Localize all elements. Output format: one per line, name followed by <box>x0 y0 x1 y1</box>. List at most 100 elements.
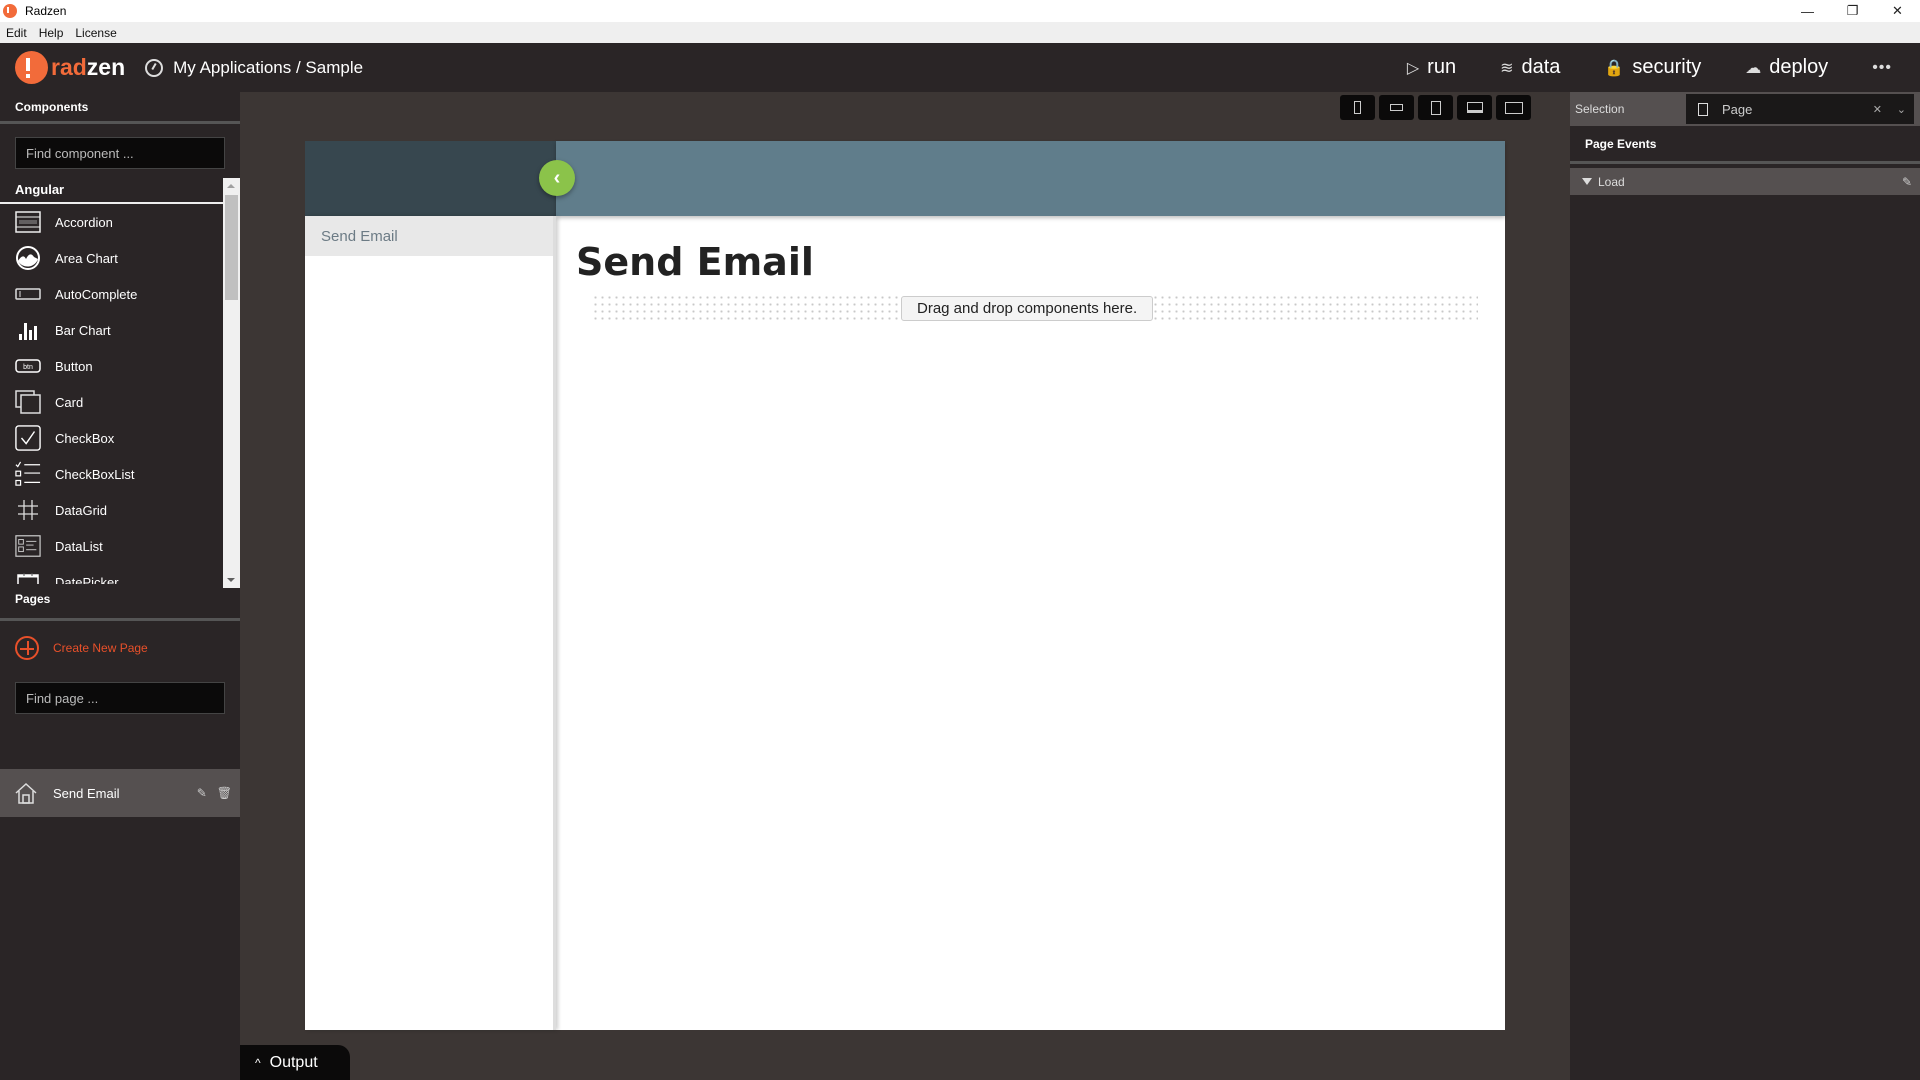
scroll-up-icon[interactable] <box>227 184 235 188</box>
bar-chart-icon <box>15 319 41 341</box>
page-list-item[interactable]: Send Email ✎ 🗑 <box>0 769 240 817</box>
angular-section-heading: Angular <box>0 182 225 204</box>
canvas-menu-item[interactable]: Send Email <box>305 216 553 256</box>
component-item[interactable]: DataGrid <box>0 492 222 528</box>
layers-icon: ≋ <box>1500 59 1514 77</box>
button-icon: btn <box>15 355 41 377</box>
scrollbar-thumb[interactable] <box>225 195 238 300</box>
device-phone-portrait-button[interactable] <box>1340 95 1375 120</box>
window-controls: — ❐ ✕ <box>1785 0 1920 22</box>
component-label: Button <box>55 358 93 374</box>
component-label: AutoComplete <box>55 286 138 302</box>
find-page-field[interactable] <box>15 682 225 714</box>
chevron-up-icon: ^ <box>255 1055 261 1070</box>
nav-run-label: run <box>1427 56 1457 78</box>
edit-icon[interactable]: ✎ <box>197 786 207 800</box>
device-phone-landscape-button[interactable] <box>1379 95 1414 120</box>
device-tablet-button[interactable] <box>1418 95 1453 120</box>
design-canvas[interactable]: ‹ Send Email Send Email Drag and drop co… <box>305 141 1505 1030</box>
canvas-main[interactable]: Send Email Drag and drop components here… <box>559 216 1505 1030</box>
autocomplete-icon <box>15 283 41 305</box>
radzen-app-icon <box>3 4 17 18</box>
nav-run[interactable]: ▷ run <box>1407 56 1456 79</box>
selection-label: Selection <box>1575 102 1625 116</box>
window-titlebar: Radzen — ❐ ✕ <box>0 0 1920 22</box>
canvas-header[interactable] <box>556 141 1505 216</box>
minimize-button[interactable]: — <box>1785 0 1830 22</box>
sidebar-toggle-button[interactable]: ‹ <box>539 160 575 196</box>
datalist-icon <box>15 535 41 557</box>
component-item[interactable]: CheckBox <box>0 420 222 456</box>
component-label: Accordion <box>55 214 113 230</box>
page-heading[interactable]: Send Email <box>576 240 814 284</box>
scroll-down-icon[interactable] <box>227 578 235 582</box>
component-label: Area Chart <box>55 250 118 266</box>
nav-security-label: security <box>1632 56 1702 78</box>
accordion-icon <box>15 211 41 233</box>
selection-dropdown[interactable]: Page ✕ ⌄ <box>1686 94 1914 124</box>
component-item[interactable]: DatePicker <box>0 564 222 584</box>
component-item[interactable]: CheckBoxList <box>0 456 222 492</box>
document-icon <box>1698 102 1708 116</box>
chevron-down-icon[interactable]: ⌄ <box>1897 103 1906 116</box>
logo-zen: zen <box>86 54 126 80</box>
right-panel: Selection Page ✕ ⌄ Page Events Load ✎ <box>1570 92 1920 1080</box>
output-panel-toggle[interactable]: ^ Output <box>240 1045 350 1080</box>
component-label: Card <box>55 394 84 410</box>
component-label: CheckBoxList <box>55 466 135 482</box>
page-actions: ✎ 🗑 <box>197 786 232 800</box>
component-label: CheckBox <box>55 430 115 446</box>
home-icon <box>15 782 37 804</box>
radzen-logo-icon <box>15 51 48 84</box>
top-nav: ▷ run ≋ data 🔒 security ☁ deploy ••• <box>1407 43 1920 92</box>
checkbox-icon <box>15 425 41 451</box>
caret-down-icon <box>1582 178 1592 185</box>
create-new-page-label: Create New Page <box>53 641 148 655</box>
component-item[interactable]: Area Chart <box>0 240 222 276</box>
nav-data-label: data <box>1521 56 1561 78</box>
component-item[interactable]: Accordion <box>0 204 222 240</box>
find-component-field[interactable] <box>15 137 225 169</box>
component-item[interactable]: AutoComplete <box>0 276 222 312</box>
component-item[interactable]: Card <box>0 384 222 420</box>
dashboard-gauge-icon <box>145 58 164 77</box>
device-desktop-button[interactable] <box>1496 95 1531 120</box>
menu-edit[interactable]: Edit <box>6 26 27 40</box>
trash-icon[interactable]: 🗑 <box>217 786 232 800</box>
checkbox-list-icon <box>15 461 41 486</box>
component-item[interactable]: btn Button <box>0 348 222 384</box>
page-name: Send Email <box>53 785 120 801</box>
device-laptop-button[interactable] <box>1457 95 1492 120</box>
close-button[interactable]: ✕ <box>1875 0 1920 22</box>
event-label: Load <box>1598 174 1625 189</box>
output-label: Output <box>269 1053 318 1071</box>
restore-button[interactable]: ❐ <box>1830 0 1875 22</box>
find-page-input[interactable] <box>26 690 224 706</box>
menu-license[interactable]: License <box>75 26 116 40</box>
svg-text:btn: btn <box>23 364 33 371</box>
component-item[interactable]: DataList <box>0 528 222 564</box>
selection-value: Page <box>1722 101 1753 117</box>
components-heading: Components <box>0 92 240 124</box>
phone-portrait-icon <box>1354 101 1361 114</box>
menu-help[interactable]: Help <box>39 26 64 40</box>
breadcrumb[interactable]: My Applications / Sample <box>145 58 363 78</box>
tablet-icon <box>1430 100 1441 115</box>
nav-security[interactable]: 🔒 security <box>1604 56 1701 79</box>
device-toolbar <box>1340 95 1531 120</box>
event-load[interactable]: Load ✎ <box>1570 168 1920 195</box>
component-list: Accordion Area Chart AutoComplete Bar Ch… <box>0 204 222 584</box>
nav-data[interactable]: ≋ data <box>1500 56 1560 79</box>
nav-deploy[interactable]: ☁ deploy <box>1745 56 1828 79</box>
canvas-sidebar[interactable]: Send Email <box>305 216 556 1030</box>
component-list-scrollbar[interactable] <box>223 178 240 588</box>
card-icon <box>15 390 41 414</box>
create-new-page-button[interactable]: Create New Page <box>15 636 148 660</box>
component-item[interactable]: Bar Chart <box>0 312 222 348</box>
more-menu-button[interactable]: ••• <box>1872 59 1892 77</box>
find-component-input[interactable] <box>26 145 224 161</box>
clear-icon[interactable]: ✕ <box>1873 103 1882 116</box>
edit-icon[interactable]: ✎ <box>1902 175 1912 189</box>
component-dropzone[interactable]: Drag and drop components here. <box>592 294 1478 322</box>
radzen-logo[interactable]: radzen <box>15 51 125 84</box>
